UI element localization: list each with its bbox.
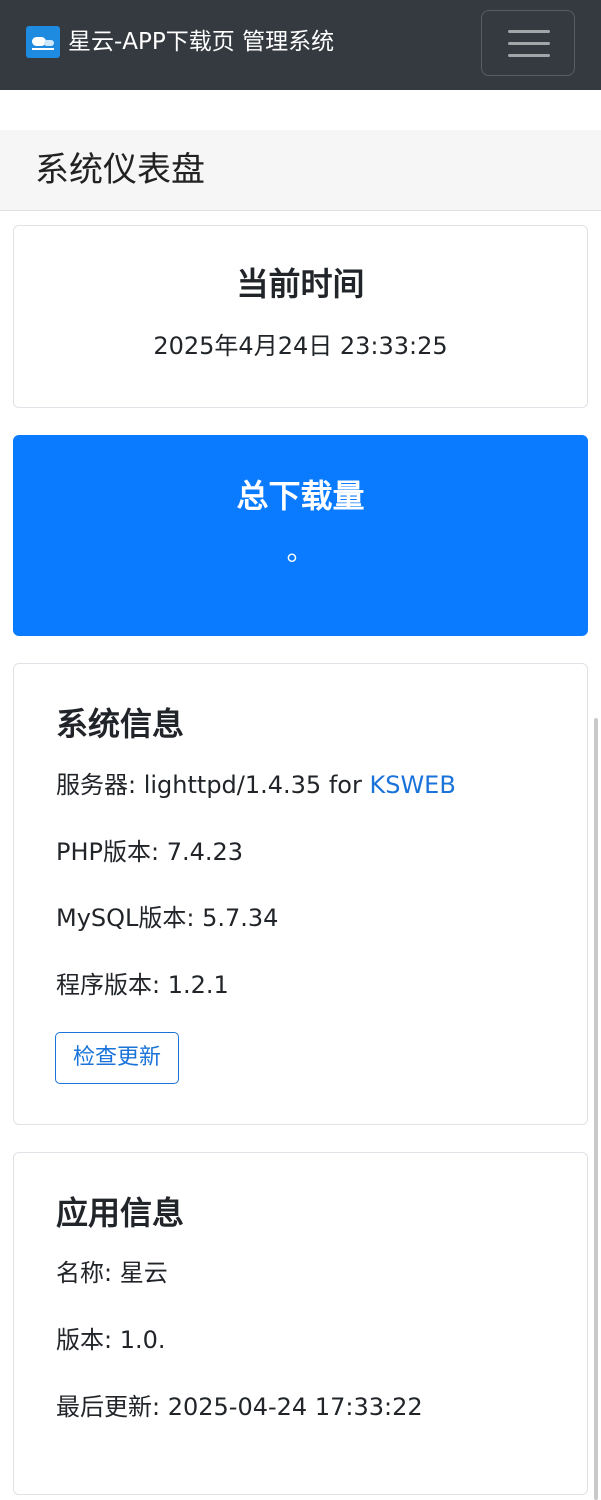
page-scrollbar[interactable] [594, 718, 598, 1500]
current-time-card: 当前时间 2025年4月24日 23:33:25 [13, 225, 588, 408]
top-navbar: 星云-APP下载页 管理系统 [0, 0, 601, 90]
page-header: 系统仪表盘 [0, 130, 601, 211]
ksweb-link[interactable]: KSWEB [369, 771, 455, 799]
hamburger-menu-button[interactable] [481, 10, 575, 76]
brand-title[interactable]: 星云-APP下载页 管理系统 [68, 26, 334, 58]
mysql-version: MySQL版本: 5.7.34 [56, 904, 279, 932]
system-info-title: 系统信息 [56, 705, 185, 743]
total-downloads-card: 总下载量 。 [13, 435, 588, 636]
hamburger-menu-icon [508, 30, 550, 33]
cloud-logo-icon[interactable] [26, 26, 60, 58]
current-time-title: 当前时间 [236, 265, 365, 303]
current-time-value: 2025年4月24日 23:33:25 [153, 332, 448, 360]
program-version: 程序版本: 1.2.1 [56, 971, 229, 999]
total-downloads-title: 总下载量 [236, 477, 365, 515]
page-title: 系统仪表盘 [35, 150, 205, 190]
php-version: PHP版本: 7.4.23 [56, 838, 244, 866]
app-info-title: 应用信息 [56, 1194, 185, 1232]
server-label: 服务器: lighttpd/1.4.35 for [56, 771, 370, 799]
app-name: 名称: 星云 [56, 1259, 168, 1287]
app-last-update: 最后更新: 2025-04-24 17:33:22 [56, 1393, 423, 1421]
app-version: 版本: 1.0. [56, 1326, 166, 1354]
total-downloads-value: 。 [286, 534, 315, 567]
system-info-card: 系统信息 服务器: lighttpd/1.4.35 for KSWEB PHP版… [13, 663, 588, 1125]
check-update-button[interactable]: 检查更新 [55, 1032, 179, 1084]
server-info: 服务器: lighttpd/1.4.35 for KSWEB [56, 770, 456, 800]
app-info-card: 应用信息 名称: 星云 版本: 1.0. 最后更新: 2025-04-24 17… [13, 1152, 588, 1495]
